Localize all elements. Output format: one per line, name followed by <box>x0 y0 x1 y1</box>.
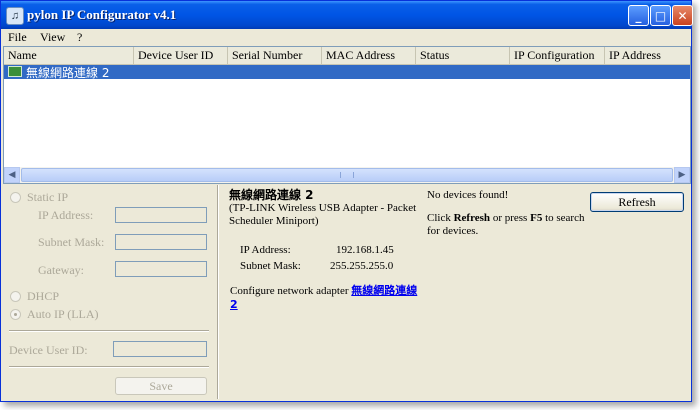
dhcp-radio[interactable] <box>10 291 21 302</box>
column-header-mac-address[interactable]: MAC Address <box>322 47 416 64</box>
auto-ip-radio[interactable] <box>10 309 21 320</box>
refresh-hint: Click Refresh or press F5 to search for … <box>427 212 587 238</box>
column-header-name[interactable]: Name <box>4 47 134 64</box>
title-bar[interactable]: ♫ pylon IP Configurator v4.1 _ □ ✕ <box>1 1 693 29</box>
scroll-left-icon[interactable]: ◀ <box>4 167 20 183</box>
settings-divider <box>9 330 209 332</box>
refresh-button[interactable]: Refresh <box>590 192 684 212</box>
dhcp-label: DHCP <box>27 289 60 303</box>
network-adapter-icon <box>8 66 22 77</box>
panel-splitter[interactable] <box>217 185 219 399</box>
minimize-button[interactable]: _ <box>628 5 649 26</box>
app-icon[interactable]: ♫ <box>6 7 24 25</box>
list-header: Name Device User ID Serial Number MAC Ad… <box>4 47 690 65</box>
adapter-description: (TP-LINK Wireless USB Adapter - Packet S… <box>229 202 417 227</box>
hint-or: or press <box>492 212 528 224</box>
maximize-button[interactable]: □ <box>650 5 671 26</box>
subnet-mask-label: Subnet Mask: <box>38 235 105 249</box>
column-header-status[interactable]: Status <box>416 47 510 64</box>
hint-refresh: Refresh <box>453 212 491 224</box>
adapter-ip-value: 192.168.1.45 <box>336 244 394 256</box>
gateway-label: Gateway: <box>38 263 84 277</box>
scrollbar-thumb[interactable] <box>21 168 673 182</box>
menu-help[interactable]: ? <box>77 30 82 45</box>
hint-click: Click <box>427 212 451 224</box>
settings-divider-2 <box>9 366 209 368</box>
scroll-right-icon[interactable]: ▶ <box>674 167 690 183</box>
column-header-serial-number[interactable]: Serial Number <box>228 47 322 64</box>
horizontal-scrollbar[interactable]: ◀ ▶ <box>4 167 690 183</box>
hint-to: to <box>545 212 554 224</box>
table-row[interactable]: 無線網路連線 2 <box>4 65 690 80</box>
menu-view[interactable]: View <box>40 30 65 45</box>
window-title: pylon IP Configurator v4.1 <box>27 7 177 22</box>
app-window: ♫ pylon IP Configurator v4.1 _ □ ✕ File … <box>0 0 693 402</box>
menu-file[interactable]: File <box>8 30 27 45</box>
adapter-mask-label: Subnet Mask: <box>240 260 301 272</box>
column-header-device-user-id[interactable]: Device User ID <box>134 47 228 64</box>
hint-f5: F5 <box>530 212 543 224</box>
device-user-id-label: Device User ID: <box>9 343 88 357</box>
adapter-ip-label: IP Address: <box>240 244 291 256</box>
ip-settings-panel: Static IP IP Address: Subnet Mask: Gatew… <box>1 185 217 401</box>
gateway-input[interactable] <box>115 261 207 277</box>
configure-adapter-text: Configure network adapter 無線網路連線 2 <box>230 284 422 312</box>
subnet-mask-input[interactable] <box>115 234 207 250</box>
ip-address-input[interactable] <box>115 207 207 223</box>
adapter-name: 無線網路連線 2 <box>229 188 314 202</box>
static-ip-label: Static IP <box>27 190 68 204</box>
static-ip-radio[interactable] <box>10 192 21 203</box>
column-header-ip-address[interactable]: IP Address <box>605 47 690 64</box>
configure-prefix: Configure network adapter <box>230 285 349 297</box>
ip-address-label: IP Address: <box>38 208 94 222</box>
grip-icon <box>340 172 354 178</box>
close-button[interactable]: ✕ <box>672 5 693 26</box>
adapter-mask-value: 255.255.255.0 <box>330 260 394 272</box>
column-header-ip-configuration[interactable]: IP Configuration <box>510 47 605 64</box>
auto-ip-label: Auto IP (LLA) <box>27 307 99 321</box>
save-button[interactable]: Save <box>115 377 207 395</box>
device-user-id-input[interactable] <box>113 341 207 357</box>
adapter-info: 無線網路連線 2 (TP-LINK Wireless USB Adapter -… <box>229 189 419 228</box>
row-name: 無線網路連線 2 <box>26 66 110 80</box>
device-list[interactable]: Name Device User ID Serial Number MAC Ad… <box>3 46 691 184</box>
no-devices-message: No devices found! <box>427 189 509 201</box>
menu-bar: File View ? <box>1 29 691 45</box>
